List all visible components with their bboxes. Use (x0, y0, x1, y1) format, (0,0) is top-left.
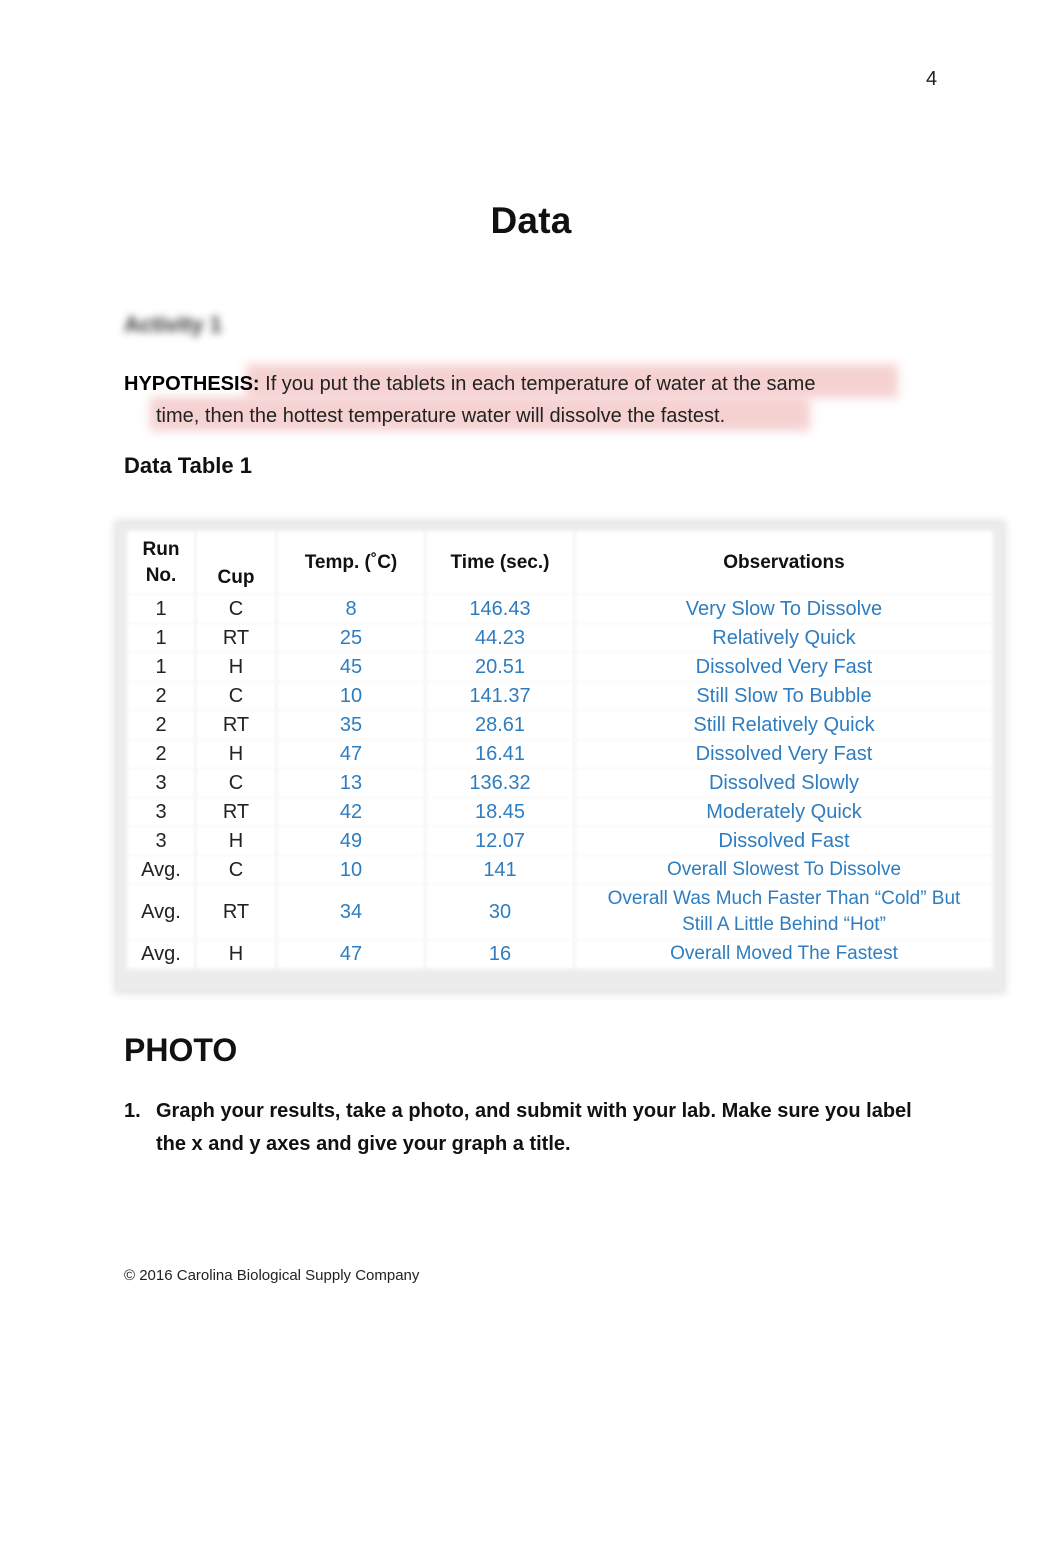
cell-temp: 13 (279, 770, 423, 796)
header-cup: Cup (198, 533, 274, 593)
table-row: Avg. RT 34 30 Overall Was Much Faster Than “… (129, 886, 991, 938)
cell-temp: 47 (279, 941, 423, 967)
cell-cup: H (198, 741, 274, 767)
cell-time: 30 (428, 886, 572, 938)
cell-time: 12.07 (428, 828, 572, 854)
cell-time: 146.43 (428, 596, 572, 622)
page-number: 4 (926, 68, 938, 90)
cell-run-no: Avg. (129, 941, 193, 967)
cell-temp: 8 (279, 596, 423, 622)
cell-run-no: 1 (129, 625, 193, 651)
hypothesis: HYPOTHESIS: If you put the tablets in ea… (124, 368, 914, 432)
cell-temp: 25 (279, 625, 423, 651)
cell-cup: RT (198, 712, 274, 738)
hypothesis-text-line2: time, then the hottest temperature water… (156, 405, 726, 427)
cell-temp: 42 (279, 799, 423, 825)
hypothesis-text-line1: If you put the tablets in each temperatu… (265, 373, 816, 395)
cell-observation: Moderately Quick (577, 799, 991, 825)
cell-run-no: 2 (129, 712, 193, 738)
cell-observation: Relatively Quick (577, 625, 991, 651)
table-row: 3 C 13 136.32 Dissolved Slowly (129, 770, 991, 796)
cell-temp: 45 (279, 654, 423, 680)
cell-temp: 49 (279, 828, 423, 854)
table-row: 1 RT 25 44.23 Relatively Quick (129, 625, 991, 651)
cell-temp: 35 (279, 712, 423, 738)
cell-observation: Still Slow To Bubble (577, 683, 991, 709)
cell-time: 136.32 (428, 770, 572, 796)
table-row: 2 RT 35 28.61 Still Relatively Quick (129, 712, 991, 738)
cell-observation: Still Relatively Quick (577, 712, 991, 738)
table-row: 2 C 10 141.37 Still Slow To Bubble (129, 683, 991, 709)
cell-run-no: 2 (129, 741, 193, 767)
table-row: 2 H 47 16.41 Dissolved Very Fast (129, 741, 991, 767)
cell-observation: Overall Moved The Fastest (577, 941, 991, 967)
cell-run-no: 1 (129, 654, 193, 680)
cell-observation: Dissolved Very Fast (577, 654, 991, 680)
table-row: Avg. H 47 16 Overall Moved The Fastest (129, 941, 991, 967)
cell-time: 28.61 (428, 712, 572, 738)
cell-time: 141 (428, 857, 572, 883)
cell-cup: C (198, 770, 274, 796)
cell-observation: Overall Slowest To Dissolve (577, 857, 991, 883)
cell-observation: Overall Was Much Faster Than “Cold” But S… (577, 886, 991, 938)
cell-temp: 47 (279, 741, 423, 767)
cell-time: 16 (428, 941, 572, 967)
section-title-photo: PHOTO (124, 1032, 238, 1068)
instruction-number: 1. (124, 1100, 141, 1122)
cell-run-no: 3 (129, 828, 193, 854)
instruction-text: Graph your results, take a photo, and su… (156, 1100, 912, 1155)
cell-cup: C (198, 857, 274, 883)
data-table-1: Run No. Cup Temp. (˚C) Time (sec.) Obser… (124, 530, 996, 970)
cell-observation: Dissolved Fast (577, 828, 991, 854)
cell-cup: H (198, 941, 274, 967)
activity-label: Activity 1 (124, 312, 222, 337)
cell-cup: C (198, 683, 274, 709)
cell-cup: RT (198, 886, 274, 938)
instruction-item: 1. Graph your results, take a photo, and… (124, 1095, 924, 1161)
page-title: Data (490, 200, 572, 241)
table-row: 3 H 49 12.07 Dissolved Fast (129, 828, 991, 854)
cell-time: 44.23 (428, 625, 572, 651)
cell-cup: H (198, 828, 274, 854)
header-temp: Temp. (˚C) (279, 533, 423, 593)
cell-temp: 10 (279, 683, 423, 709)
cell-cup: C (198, 596, 274, 622)
cell-run-no: 2 (129, 683, 193, 709)
table-header-row: Run No. Cup Temp. (˚C) Time (sec.) Obser… (129, 533, 991, 593)
cell-run-no: Avg. (129, 857, 193, 883)
cell-temp: 10 (279, 857, 423, 883)
cell-run-no: 1 (129, 596, 193, 622)
table-row: 3 RT 42 18.45 Moderately Quick (129, 799, 991, 825)
table-row: 1 H 45 20.51 Dissolved Very Fast (129, 654, 991, 680)
cell-time: 16.41 (428, 741, 572, 767)
cell-run-no: 3 (129, 799, 193, 825)
cell-observation: Dissolved Slowly (577, 770, 991, 796)
copyright-footer: © 2016 Carolina Biological Supply Compan… (124, 1267, 420, 1284)
cell-time: 141.37 (428, 683, 572, 709)
cell-cup: RT (198, 799, 274, 825)
cell-time: 18.45 (428, 799, 572, 825)
table-row: 1 C 8 146.43 Very Slow To Dissolve (129, 596, 991, 622)
header-observations: Observations (577, 533, 991, 593)
cell-observation: Dissolved Very Fast (577, 741, 991, 767)
header-run-no: Run No. (129, 533, 193, 593)
cell-run-no: Avg. (129, 886, 193, 938)
cell-cup: H (198, 654, 274, 680)
cell-temp: 34 (279, 886, 423, 938)
cell-time: 20.51 (428, 654, 572, 680)
header-time: Time (sec.) (428, 533, 572, 593)
hypothesis-label: HYPOTHESIS: (124, 373, 260, 395)
table-row: Avg. C 10 141 Overall Slowest To Dissolve (129, 857, 991, 883)
cell-observation: Very Slow To Dissolve (577, 596, 991, 622)
table-title: Data Table 1 (124, 453, 252, 478)
cell-run-no: 3 (129, 770, 193, 796)
cell-cup: RT (198, 625, 274, 651)
